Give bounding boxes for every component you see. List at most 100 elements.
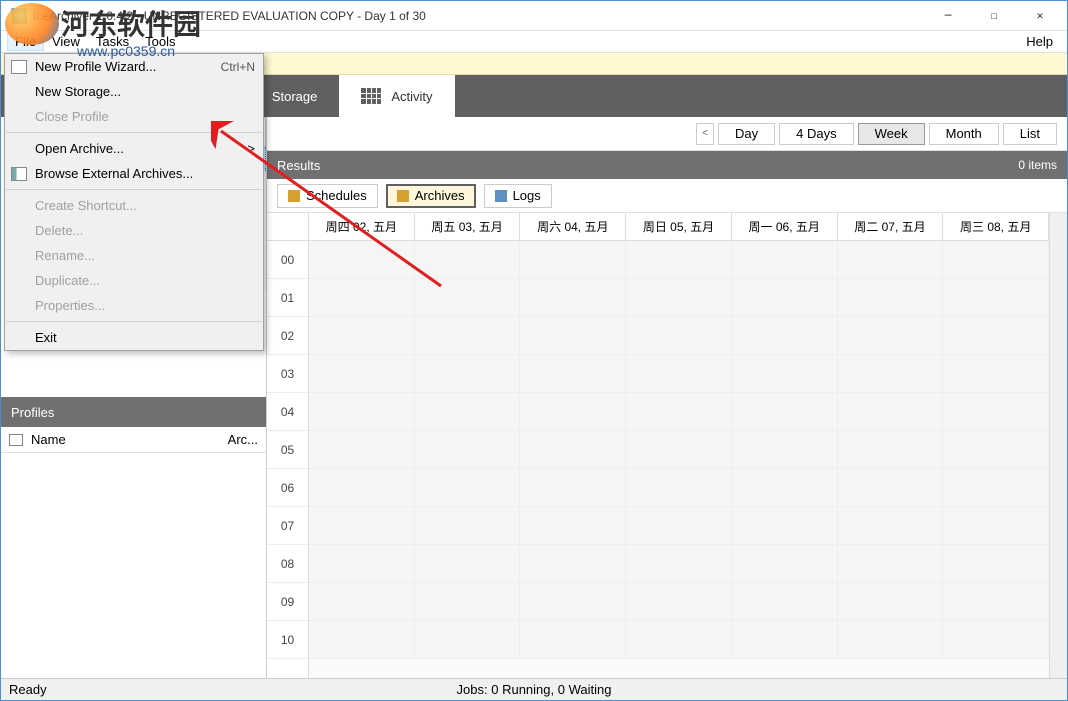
menu-new-storage[interactable]: New Storage... <box>5 79 263 104</box>
tab-storage-label: Storage <box>272 89 318 104</box>
day-header[interactable]: 周三 08, 五月 <box>943 213 1049 240</box>
logs-icon <box>495 190 507 202</box>
menu-open-archive[interactable]: Open Archive... > <box>5 136 263 161</box>
range-month-button[interactable]: Month <box>929 123 999 145</box>
activity-icon <box>361 88 381 104</box>
expand-icon[interactable] <box>9 434 23 446</box>
schedules-icon <box>288 190 300 202</box>
results-count: 0 items <box>1018 158 1057 172</box>
menu-close-profile-label: Close Profile <box>35 109 109 124</box>
profiles-title: Profiles <box>11 405 54 420</box>
day-header[interactable]: 周四 02, 五月 <box>309 213 415 240</box>
menu-separator <box>6 321 262 322</box>
menu-create-shortcut-label: Create Shortcut... <box>35 198 137 213</box>
minimize-button[interactable]: ─ <box>925 1 971 31</box>
menu-new-profile-wizard[interactable]: New Profile Wizard... Ctrl+N <box>5 54 263 79</box>
grid-body[interactable] <box>309 241 1049 659</box>
menu-help[interactable]: Help <box>1018 32 1061 51</box>
time-label: 01 <box>267 279 308 317</box>
range-bar: < Day 4 Days Week Month List <box>267 117 1067 151</box>
menubar: File View Tasks Tools Help <box>1 31 1067 53</box>
vertical-scrollbar[interactable] <box>1049 213 1067 678</box>
range-prev-button[interactable]: < <box>696 123 714 145</box>
day-header[interactable]: 周一 06, 五月 <box>732 213 838 240</box>
browse-external-icon <box>11 167 27 181</box>
menu-duplicate-label: Duplicate... <box>35 273 100 288</box>
menu-close-profile: Close Profile <box>5 104 263 129</box>
menu-file[interactable]: File <box>7 32 44 51</box>
filter-archives-button[interactable]: Archives <box>386 184 476 208</box>
range-day-button[interactable]: Day <box>718 123 775 145</box>
status-jobs: Jobs: 0 Running, 0 Waiting <box>457 682 612 697</box>
statusbar: Ready Jobs: 0 Running, 0 Waiting <box>1 678 1067 700</box>
archives-icon <box>397 190 409 202</box>
titlebar: IceArchiver 1.0.4.2 - UNREGISTERED EVALU… <box>1 1 1067 31</box>
time-label: 03 <box>267 355 308 393</box>
filter-logs-label: Logs <box>513 188 541 203</box>
menu-duplicate: Duplicate... <box>5 268 263 293</box>
submenu-arrow-icon: > <box>247 141 255 156</box>
menu-properties-label: Properties... <box>35 298 105 313</box>
menu-delete: Delete... <box>5 218 263 243</box>
tab-activity[interactable]: Activity <box>339 75 454 117</box>
time-label: 05 <box>267 431 308 469</box>
menu-browse-external-label: Browse External Archives... <box>35 166 193 181</box>
filter-schedules-label: Schedules <box>306 188 367 203</box>
close-button[interactable]: ✕ <box>1017 1 1063 31</box>
maximize-button[interactable]: ☐ <box>971 1 1017 31</box>
menu-delete-label: Delete... <box>35 223 83 238</box>
filter-bar: Schedules Archives Logs <box>267 179 1067 213</box>
time-label: 07 <box>267 507 308 545</box>
menu-open-archive-label: Open Archive... <box>35 141 124 156</box>
menu-new-storage-label: New Storage... <box>35 84 121 99</box>
menu-rename-label: Rename... <box>35 248 95 263</box>
range-4days-button[interactable]: 4 Days <box>779 123 853 145</box>
day-headers: 周四 02, 五月 周五 03, 五月 周六 04, 五月 周日 05, 五月 … <box>309 213 1049 241</box>
profiles-panel: Profiles Name Arc... <box>1 397 266 678</box>
day-header[interactable]: 周六 04, 五月 <box>520 213 626 240</box>
menu-exit[interactable]: Exit <box>5 325 263 350</box>
profiles-columns: Name Arc... <box>1 427 266 453</box>
new-profile-icon <box>11 60 27 74</box>
day-header[interactable]: 周五 03, 五月 <box>415 213 521 240</box>
file-dropdown: New Profile Wizard... Ctrl+N New Storage… <box>4 53 264 351</box>
filter-schedules-button[interactable]: Schedules <box>277 184 378 208</box>
day-header[interactable]: 周二 07, 五月 <box>838 213 944 240</box>
menu-create-shortcut: Create Shortcut... <box>5 193 263 218</box>
window-title: IceArchiver 1.0.4.2 - UNREGISTERED EVALU… <box>33 9 925 23</box>
menu-properties: Properties... <box>5 293 263 318</box>
menu-tools[interactable]: Tools <box>137 32 183 51</box>
status-ready: Ready <box>9 682 47 697</box>
time-column: 00 01 02 03 04 05 06 07 08 09 10 <box>267 213 309 678</box>
menu-exit-label: Exit <box>35 330 57 345</box>
menu-rename: Rename... <box>5 243 263 268</box>
time-label: 06 <box>267 469 308 507</box>
range-week-button[interactable]: Week <box>858 123 925 145</box>
col-name[interactable]: Name <box>31 432 218 447</box>
menu-browse-external[interactable]: Browse External Archives... <box>5 161 263 186</box>
col-archives[interactable]: Arc... <box>218 432 258 447</box>
results-label: Results <box>277 158 320 173</box>
profiles-header: Profiles <box>1 397 266 427</box>
grid-main: 周四 02, 五月 周五 03, 五月 周六 04, 五月 周日 05, 五月 … <box>309 213 1049 678</box>
results-bar: Results 0 items <box>267 151 1067 179</box>
app-icon <box>11 8 27 24</box>
menu-tasks[interactable]: Tasks <box>88 32 137 51</box>
menu-separator <box>6 189 262 190</box>
time-header-blank <box>267 213 308 241</box>
time-label: 02 <box>267 317 308 355</box>
time-label: 09 <box>267 583 308 621</box>
right-column: < Day 4 Days Week Month List Results 0 i… <box>267 117 1067 678</box>
time-label: 04 <box>267 393 308 431</box>
menu-separator <box>6 132 262 133</box>
time-label: 10 <box>267 621 308 659</box>
day-header[interactable]: 周日 05, 五月 <box>626 213 732 240</box>
menu-view[interactable]: View <box>44 32 88 51</box>
tab-activity-label: Activity <box>391 89 432 104</box>
time-label: 08 <box>267 545 308 583</box>
menu-new-profile-label: New Profile Wizard... <box>35 59 156 74</box>
range-list-button[interactable]: List <box>1003 123 1057 145</box>
filter-archives-label: Archives <box>415 188 465 203</box>
filter-logs-button[interactable]: Logs <box>484 184 552 208</box>
schedule-grid: 00 01 02 03 04 05 06 07 08 09 10 周四 02, … <box>267 213 1067 678</box>
